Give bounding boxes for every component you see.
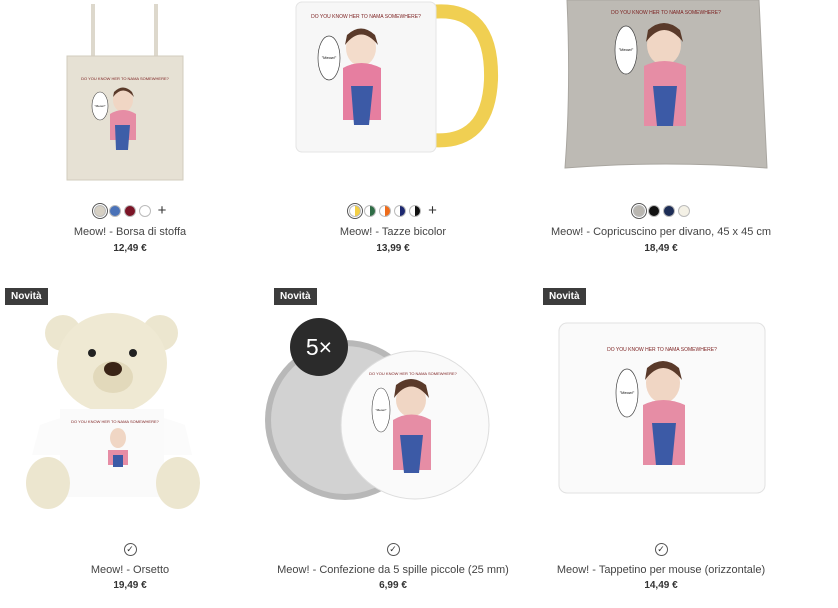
color-swatches: ✓: [531, 543, 791, 556]
product-price: 19,49 €: [113, 580, 147, 591]
product-price: 14,49 €: [644, 580, 678, 591]
product-card-teddy[interactable]: Novità DO YOU KNOW HER TO NAMA SOMEWHERE…: [0, 0, 260, 608]
product-card-mousepad[interactable]: Novità DO YOU KNOW HER TO NAMA SOMEWHERE…: [531, 0, 791, 608]
mousepad-design-caption: DO YOU KNOW HER TO NAMA SOMEWHERE?: [607, 347, 717, 353]
color-swatches: ✓: [0, 543, 260, 556]
product-price: 6,99 €: [379, 580, 407, 591]
check-icon[interactable]: ✓: [654, 543, 668, 556]
mousepad-design-speech: "Meow!": [620, 390, 635, 395]
check-icon[interactable]: ✓: [123, 543, 137, 556]
buttons-design-caption: DO YOU KNOW HER TO NAMA SOMEWHERE?: [369, 371, 458, 376]
new-badge: Novità: [5, 288, 48, 305]
product-name[interactable]: Meow! - Orsetto: [0, 564, 260, 576]
buttons-design-speech: "Meow!": [376, 408, 387, 412]
product-name[interactable]: Meow! - Tappetino per mouse (orizzontale…: [531, 564, 791, 576]
teddy-image: DO YOU KNOW HER TO NAMA SOMEWHERE?: [26, 313, 200, 509]
new-badge: Novità: [543, 288, 586, 305]
color-swatches: ✓: [263, 543, 523, 556]
product-name[interactable]: Meow! - Confezione da 5 spille piccole (…: [263, 564, 523, 576]
product-card-buttons[interactable]: Novità DO YOU KNOW HER TO NAMA SOMEWHERE…: [263, 0, 523, 608]
quantity-badge: 5×: [290, 318, 348, 376]
new-badge: Novità: [274, 288, 317, 305]
mousepad-image: DO YOU KNOW HER TO NAMA SOMEWHERE? "Meow…: [558, 322, 766, 494]
check-icon[interactable]: ✓: [386, 543, 400, 556]
product-image-mousepad[interactable]: DO YOU KNOW HER TO NAMA SOMEWHERE? "Meow…: [531, 305, 791, 520]
product-image-teddy[interactable]: DO YOU KNOW HER TO NAMA SOMEWHERE?: [0, 305, 260, 520]
teddy-design-caption: DO YOU KNOW HER TO NAMA SOMEWHERE?: [71, 419, 160, 424]
